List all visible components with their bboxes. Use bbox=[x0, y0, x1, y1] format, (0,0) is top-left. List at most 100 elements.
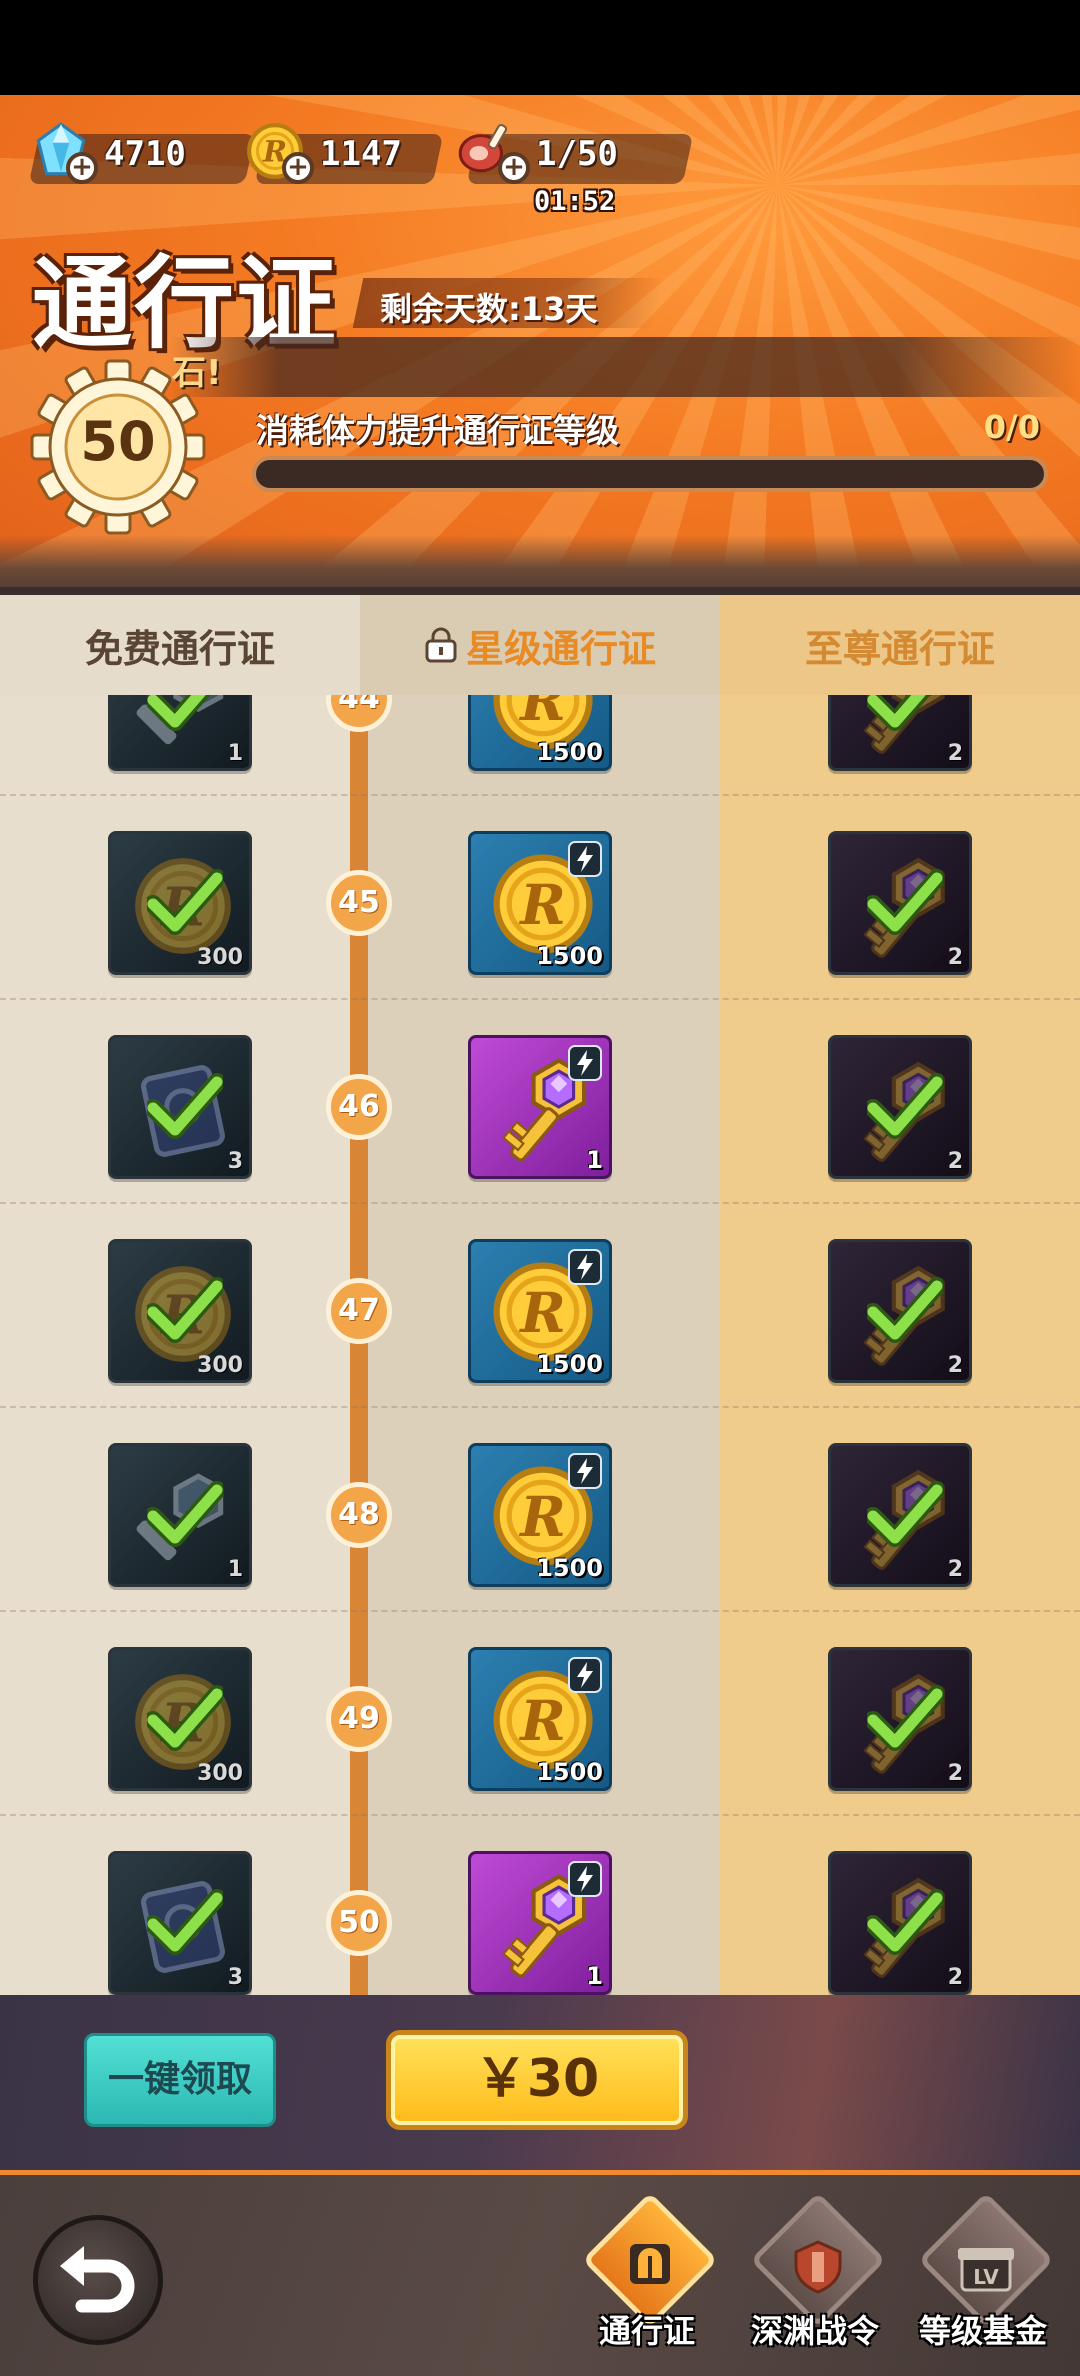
svg-text:LV: LV bbox=[973, 2265, 999, 2289]
coin-add-button[interactable]: + bbox=[282, 152, 314, 184]
helmet-icon bbox=[630, 2244, 670, 2284]
reward-quantity: 1 bbox=[227, 741, 243, 766]
free-reward-slot[interactable]: 3 bbox=[108, 1035, 252, 1179]
check-icon bbox=[144, 1276, 226, 1344]
reward-quantity: 2 bbox=[947, 741, 963, 766]
tab-supreme-pass-label: 至尊通行证 bbox=[804, 626, 995, 671]
level-node: 45 bbox=[326, 870, 392, 936]
star-reward-slot[interactable]: 1 bbox=[468, 1851, 612, 1995]
reward-quantity: 2 bbox=[947, 1353, 963, 1378]
reward-row: R 300 R 1500 2 49 bbox=[0, 1612, 1080, 1816]
level-node: 44 bbox=[326, 695, 392, 732]
svg-text:R: R bbox=[518, 1689, 566, 1753]
purchase-button[interactable]: ￥30 bbox=[386, 2030, 688, 2130]
star-reward-slot[interactable]: R 1500 bbox=[468, 831, 612, 975]
supreme-reward-slot[interactable]: 2 bbox=[828, 695, 972, 771]
reward-quantity: 300 bbox=[197, 1353, 243, 1378]
shield-icon bbox=[794, 2240, 842, 2294]
reward-quantity: 1500 bbox=[536, 1758, 603, 1786]
reward-row: 1 R 1500 2 44 bbox=[0, 695, 1080, 796]
reward-quantity: 1 bbox=[586, 1146, 603, 1174]
reward-quantity: 300 bbox=[197, 1761, 243, 1786]
svg-text:R: R bbox=[518, 873, 566, 937]
star-reward-slot[interactable]: R 1500 bbox=[468, 1443, 612, 1587]
reward-quantity: 2 bbox=[947, 1965, 963, 1990]
check-icon bbox=[144, 868, 226, 936]
reward-quantity: 2 bbox=[947, 1149, 963, 1174]
reward-list[interactable]: 1 R 1500 2 44 R 300 R 1500 2 45 3 1 2 46 R 300 R 1500 2 47 1 R… bbox=[0, 695, 1080, 1995]
nav-abyss-order[interactable]: 深渊战令 bbox=[730, 2192, 886, 2370]
gem-add-button[interactable]: + bbox=[66, 152, 98, 184]
reward-quantity: 1500 bbox=[536, 1554, 603, 1582]
reward-row: R 300 R 1500 2 45 bbox=[0, 796, 1080, 1000]
svg-text:R: R bbox=[518, 695, 566, 733]
nav-pass[interactable]: 通行证 bbox=[562, 2192, 718, 2370]
supreme-reward-slot[interactable]: 2 bbox=[828, 1647, 972, 1791]
check-icon bbox=[144, 1888, 226, 1956]
status-bar bbox=[0, 0, 1080, 95]
supreme-reward-slot[interactable]: 2 bbox=[828, 1443, 972, 1587]
claim-all-button[interactable]: 一键领取 bbox=[84, 2033, 276, 2127]
nav-level-fund[interactable]: LV 等级基金 bbox=[898, 2192, 1054, 2370]
tab-star-pass[interactable]: 星级通行证 bbox=[360, 595, 720, 695]
gem-amount: 4710 bbox=[104, 134, 186, 174]
free-reward-slot[interactable]: R 300 bbox=[108, 831, 252, 975]
svg-text:R: R bbox=[518, 1485, 566, 1549]
marquee-banner bbox=[170, 337, 1080, 397]
check-icon bbox=[864, 1480, 946, 1548]
gift-lv-icon: LV bbox=[958, 2248, 1014, 2292]
free-reward-slot[interactable]: 1 bbox=[108, 1443, 252, 1587]
check-icon bbox=[864, 1072, 946, 1140]
days-remaining: 剩余天数:13天 bbox=[380, 290, 598, 328]
free-reward-slot[interactable]: R 300 bbox=[108, 1239, 252, 1383]
pass-tabs: 免费通行证 星级通行证 至尊通行证 bbox=[0, 595, 1080, 695]
stamina-add-button[interactable]: + bbox=[498, 152, 530, 184]
level-node: 49 bbox=[326, 1686, 392, 1752]
check-icon bbox=[864, 695, 943, 732]
reward-row: 3 1 2 50 bbox=[0, 1816, 1080, 1995]
coin-amount: 1147 bbox=[320, 134, 402, 174]
lock-icon bbox=[425, 627, 457, 663]
star-reward-slot[interactable]: R 1500 bbox=[468, 1647, 612, 1791]
reward-quantity: 300 bbox=[197, 945, 243, 970]
level-node: 47 bbox=[326, 1278, 392, 1344]
reward-quantity: 3 bbox=[227, 1965, 243, 1990]
check-icon bbox=[144, 1684, 226, 1752]
level-node: 50 bbox=[326, 1890, 392, 1956]
star-reward-slot[interactable]: 1 bbox=[468, 1035, 612, 1179]
current-level: 50 bbox=[80, 410, 156, 473]
level-description: 消耗体力提升通行证等级 bbox=[256, 411, 619, 450]
supreme-reward-slot[interactable]: 2 bbox=[828, 831, 972, 975]
free-reward-slot[interactable]: 1 bbox=[108, 695, 252, 771]
tab-supreme-pass[interactable]: 至尊通行证 bbox=[720, 595, 1080, 695]
check-icon bbox=[864, 868, 946, 936]
nav-level-fund-label: 等级基金 bbox=[918, 2312, 1047, 2350]
reward-quantity: 1500 bbox=[536, 1350, 603, 1378]
lock-icon bbox=[567, 840, 603, 878]
back-button[interactable] bbox=[33, 2215, 163, 2345]
stamina-amount: 1/50 bbox=[536, 134, 618, 174]
lock-icon bbox=[567, 1248, 603, 1286]
stamina-timer: 01:52 bbox=[534, 186, 616, 217]
reward-row: 3 1 2 46 bbox=[0, 1000, 1080, 1204]
lock-icon bbox=[567, 1452, 603, 1490]
reward-quantity: 2 bbox=[947, 1557, 963, 1582]
level-progress-bar bbox=[252, 456, 1048, 492]
supreme-reward-slot[interactable]: 2 bbox=[828, 1239, 972, 1383]
free-reward-slot[interactable]: 3 bbox=[108, 1851, 252, 1995]
nav-pass-label: 通行证 bbox=[598, 2312, 695, 2350]
check-icon bbox=[144, 695, 223, 732]
reward-quantity: 2 bbox=[947, 1761, 963, 1786]
reward-row: R 300 R 1500 2 47 bbox=[0, 1204, 1080, 1408]
supreme-reward-slot[interactable]: 2 bbox=[828, 1851, 972, 1995]
nav-abyss-order-label: 深渊战令 bbox=[750, 2312, 879, 2350]
check-icon bbox=[864, 1888, 946, 1956]
lock-icon bbox=[567, 1656, 603, 1694]
level-node: 46 bbox=[326, 1074, 392, 1140]
lock-icon bbox=[567, 1044, 603, 1082]
free-reward-slot[interactable]: R 300 bbox=[108, 1647, 252, 1791]
star-reward-slot[interactable]: R 1500 bbox=[468, 1239, 612, 1383]
star-reward-slot[interactable]: R 1500 bbox=[468, 695, 612, 771]
tab-free-pass[interactable]: 免费通行证 bbox=[0, 595, 360, 695]
supreme-reward-slot[interactable]: 2 bbox=[828, 1035, 972, 1179]
